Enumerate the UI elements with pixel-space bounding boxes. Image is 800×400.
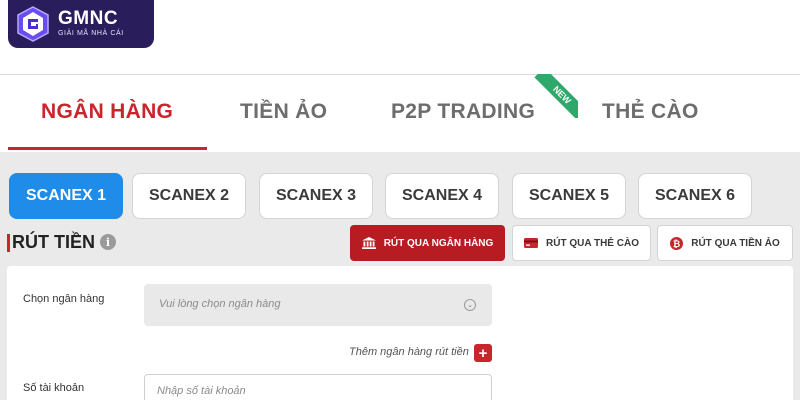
withdraw-bank-label: RÚT QUA NGÂN HÀNG [383,237,494,249]
bitcoin-icon: ₿ [670,236,684,250]
withdraw-crypto-label: RÚT QUA TIỀN ẢO [691,237,780,249]
withdraw-card-label: RÚT QUA THẺ CÀO [546,237,639,249]
scanex-tab-4[interactable]: SCANEX 4 [385,173,499,219]
page: N GMNC GIẢI MÃ NHÀ CÁI NGÂN HÀNG TIỀN ẢO… [0,0,800,400]
tab-tien-ao[interactable]: TIỀN ẢO [240,100,327,124]
logo-subtitle: GIẢI MÃ NHÀ CÁI [58,30,124,37]
brand-logo[interactable]: GMNC GIẢI MÃ NHÀ CÁI [8,0,154,48]
withdraw-bank-button[interactable]: RÚT QUA NGÂN HÀNG [350,225,505,261]
account-number-input[interactable] [144,374,492,400]
bank-select[interactable]: Vui lòng chọn ngân hàng ⌄ [144,284,492,326]
chevron-down-icon: ⌄ [464,299,476,311]
logo-mark-icon [17,6,49,42]
tab-p2p-trading[interactable]: P2P TRADING [391,100,535,124]
withdraw-crypto-button[interactable]: ₿ RÚT QUA TIỀN ẢO [657,225,793,261]
add-bank-button[interactable]: + [474,344,492,362]
info-icon[interactable]: i [100,234,116,250]
logo-text: GMNC GIẢI MÃ NHÀ CÁI [58,9,124,39]
new-badge-label: NEW [534,74,578,118]
scanex-tab-3[interactable]: SCANEX 3 [259,173,373,219]
section-marker [7,234,10,252]
new-badge: NEW [520,74,578,118]
withdraw-form: Chọn ngân hàng Vui lòng chọn ngân hàng ⌄… [7,266,793,400]
withdraw-title: RÚT TIỀN [12,232,95,252]
active-tab-underline [8,147,207,150]
add-bank-link[interactable]: Thêm ngân hàng rút tiền [349,346,469,358]
tab-the-cao[interactable]: THẺ CÀO [602,100,699,124]
scanex-tab-1[interactable]: SCANEX 1 [9,173,123,219]
account-number-label: Số tài khoản [23,382,85,394]
scanex-tab-6[interactable]: SCANEX 6 [638,173,752,219]
withdraw-card-button[interactable]: RÚT QUA THẺ CÀO [512,225,651,261]
withdraw-header: RÚT TIỀN i RÚT QUA NGÂN HÀNG RÚT QUA THẺ… [0,224,800,264]
card-icon [524,238,539,248]
bank-icon [361,237,376,249]
scanex-tab-5[interactable]: SCANEX 5 [512,173,626,219]
main-tabs: NGÂN HÀNG TIỀN ẢO P2P TRADING NEW THẺ CÀ… [0,74,800,152]
top-header: N GMNC GIẢI MÃ NHÀ CÁI [0,0,800,75]
bank-select-label: Chọn ngân hàng [23,293,105,305]
scanex-tab-2[interactable]: SCANEX 2 [132,173,246,219]
svg-text:₿: ₿ [673,239,680,250]
tab-ngan-hang[interactable]: NGÂN HÀNG [41,100,173,124]
bank-select-placeholder: Vui lòng chọn ngân hàng [159,298,281,310]
scanex-tabs: SCANEX 1 SCANEX 2 SCANEX 3 SCANEX 4 SCAN… [0,173,800,221]
logo-title: GMNC [58,8,119,29]
